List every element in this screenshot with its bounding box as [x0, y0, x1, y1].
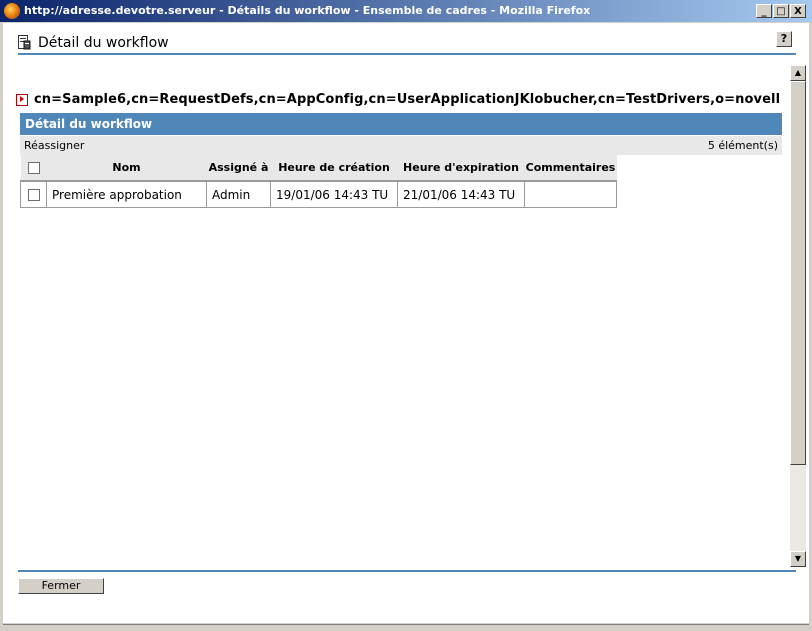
firefox-icon — [4, 3, 20, 19]
reassign-button[interactable]: Réassigner — [24, 136, 84, 155]
col-header-comments[interactable]: Commentaires — [524, 155, 617, 182]
workflow-dn: cn=Sample6,cn=RequestDefs,cn=AppConfig,c… — [34, 92, 781, 107]
select-all-checkbox[interactable] — [27, 162, 40, 174]
footer-divider — [18, 570, 796, 572]
close-button[interactable]: Fermer — [18, 578, 104, 594]
table-header-row: Nom Assigné à Heure de création Heure d'… — [20, 155, 617, 182]
dn-arrow-icon[interactable] — [16, 93, 28, 106]
scroll-thumb[interactable] — [790, 81, 806, 465]
col-header-name[interactable]: Nom — [46, 155, 207, 182]
row-checkbox[interactable] — [27, 189, 40, 201]
row-expires: 21/01/06 14:43 TU — [397, 181, 525, 208]
col-header-assigned[interactable]: Assigné à — [206, 155, 271, 182]
action-bar: Réassigner 5 élément(s) — [20, 136, 782, 155]
page-title: Détail du workflow — [38, 35, 169, 51]
workflow-table: Nom Assigné à Heure de création Heure d'… — [20, 155, 617, 208]
row-created: 19/01/06 14:43 TU — [270, 181, 398, 208]
col-header-created[interactable]: Heure de création — [270, 155, 398, 182]
scroll-up-button[interactable]: ▲ — [790, 65, 806, 81]
window-title-bar: http://adresse.devotre.serveur - Détails… — [0, 0, 812, 22]
row-assigned: Admin — [206, 181, 271, 208]
dn-row: cn=Sample6,cn=RequestDefs,cn=AppConfig,c… — [16, 89, 780, 108]
item-count: 5 élément(s) — [707, 139, 778, 152]
page-header: Détail du workflow — [18, 33, 796, 53]
window-title: http://adresse.devotre.serveur - Détails… — [24, 4, 591, 17]
help-button[interactable]: ? — [776, 31, 792, 47]
row-select-cell — [20, 181, 47, 208]
page-content: Détail du workflow ? ▲ ▼ cn=Sample6,cn=R… — [3, 23, 809, 623]
row-comments — [524, 181, 617, 208]
select-all-cell — [20, 155, 47, 182]
close-window-button[interactable]: X — [790, 4, 806, 18]
table-row[interactable]: Première approbation Admin 19/01/06 14:4… — [20, 181, 617, 208]
vertical-scrollbar[interactable]: ▲ ▼ — [790, 65, 806, 567]
header-divider — [18, 53, 796, 55]
workflow-page-icon — [18, 35, 31, 50]
col-header-expires[interactable]: Heure d'expiration — [397, 155, 525, 182]
panel-title: Détail du workflow — [20, 113, 782, 135]
maximize-button[interactable]: □ — [773, 4, 789, 18]
minimize-button[interactable]: _ — [756, 4, 772, 18]
scroll-down-button[interactable]: ▼ — [790, 551, 806, 567]
row-name[interactable]: Première approbation — [46, 181, 207, 208]
